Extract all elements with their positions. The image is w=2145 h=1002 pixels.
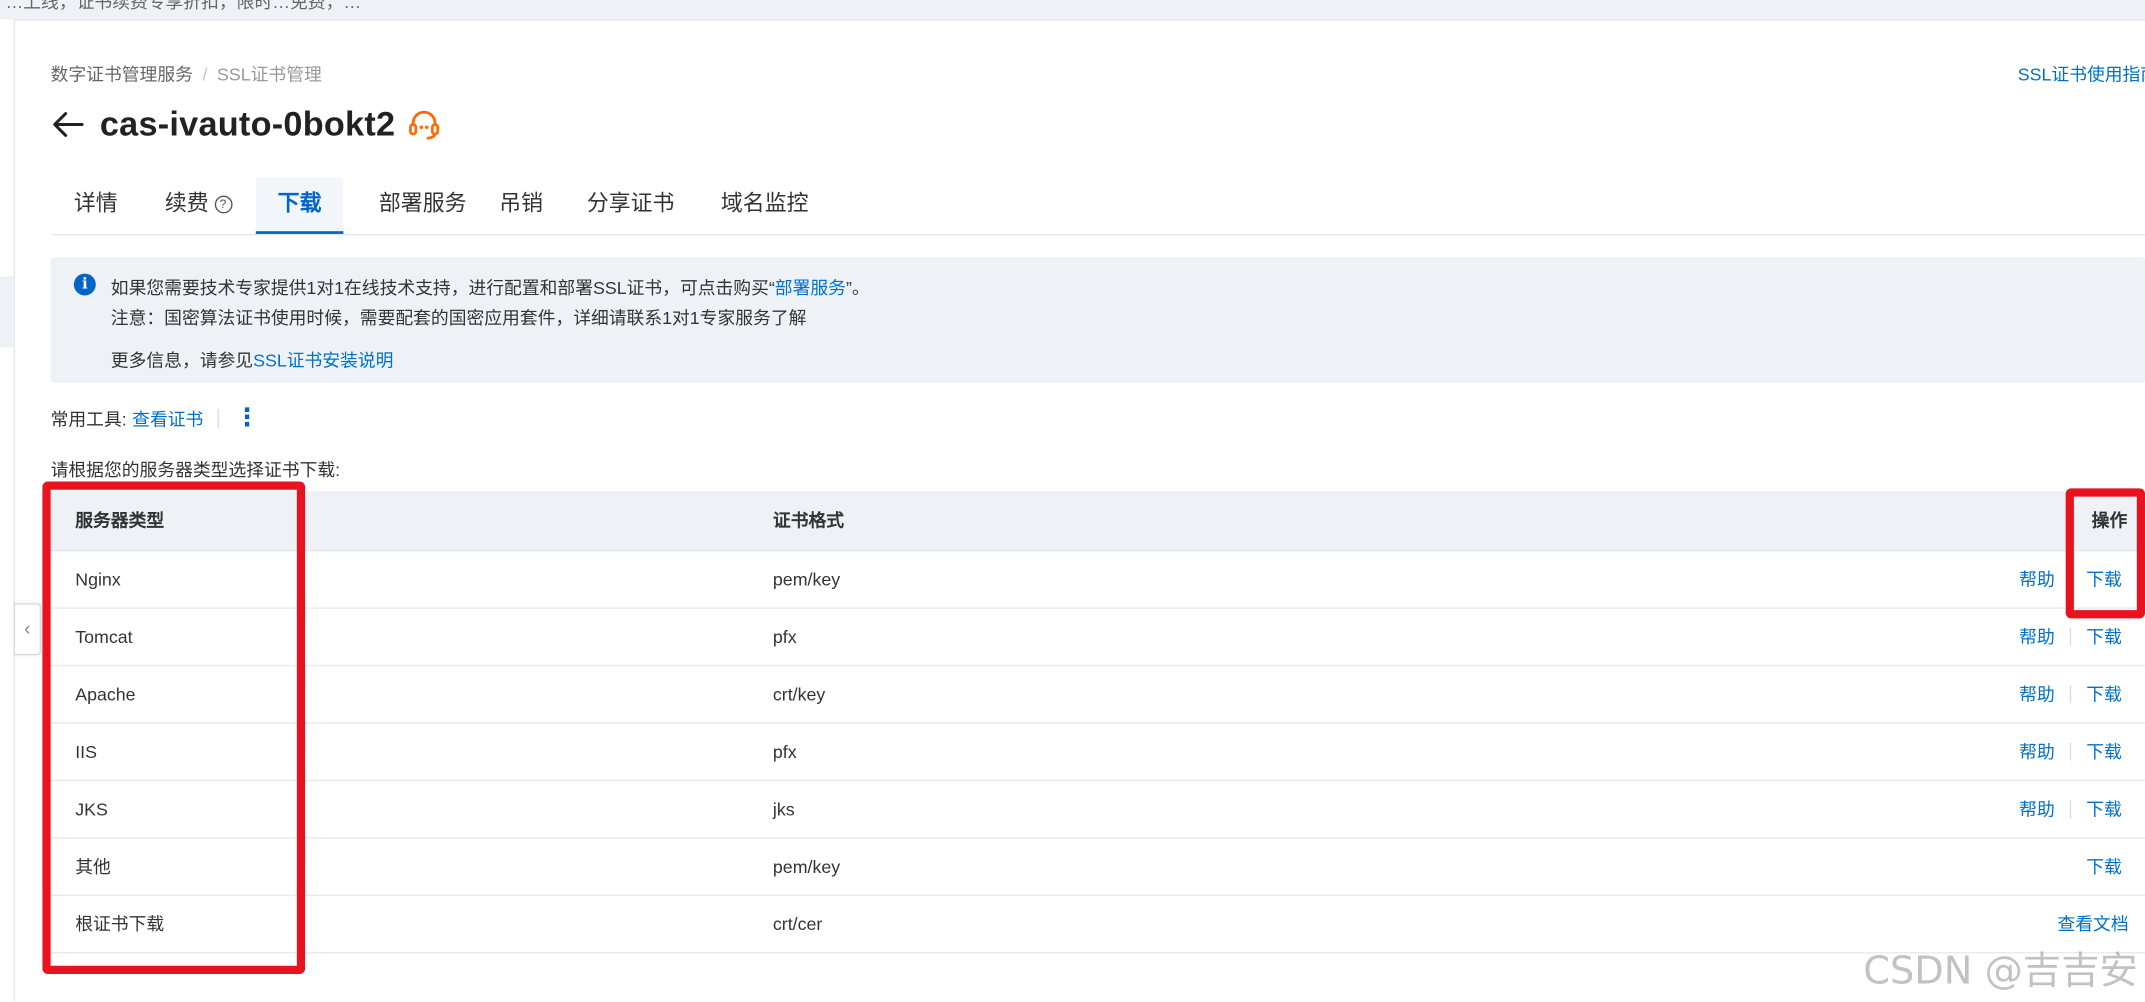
download-link[interactable]: 下载 (2086, 684, 2122, 705)
download-link[interactable]: 下载 (2086, 569, 2122, 590)
notice-line-2: 注意：国密算法证书使用时候，需要配套的国密应用套件，详细请联系1对1专家服务了解 (110, 307, 807, 329)
ssl-guide-link[interactable]: SSL证书使用指南 (2018, 60, 2145, 86)
watermark: CSDN @吉吉安 (1863, 948, 2138, 994)
cell-cert-format: crt/cer (772, 913, 823, 935)
tab-deploy-service-label: 部署服务 (378, 192, 467, 217)
table-row: Tomcat pfx 帮助 下载 (50, 609, 2145, 667)
action-divider (2069, 570, 2072, 589)
action-divider (2069, 627, 2072, 646)
breadcrumb: 数字证书管理服务 / SSL证书管理 (51, 60, 322, 86)
row-actions: 帮助 下载 (2019, 724, 2122, 780)
page: …上线，证书续费专享折扣，限时…免费，… ‹ 数字证书管理服务 / SSL证书管理 … (0, 0, 2145, 1002)
tools-divider (217, 408, 219, 428)
table-row: IIS pfx 帮助 下载 (50, 724, 2145, 782)
download-link[interactable]: 下载 (2086, 627, 2122, 648)
help-link[interactable]: 帮助 (2019, 741, 2055, 762)
info-icon: i (73, 273, 96, 296)
header-action: 操作 (2091, 510, 2128, 531)
tab-deploy-service[interactable]: 部署服务 (354, 178, 491, 233)
notice-line-1: 如果您需要技术专家提供1对1在线技术支持，进行配置和部署SSL证书，可点击购买“… (111, 274, 870, 300)
tab-share-cert[interactable]: 分享证书 (576, 178, 685, 233)
tab-details[interactable]: 详情 (51, 178, 141, 233)
tab-revoke[interactable]: 吊销 (491, 178, 551, 233)
action-divider (2069, 742, 2072, 761)
question-icon[interactable]: ? (214, 195, 232, 214)
sidebar-collapse-button[interactable]: ‹ (13, 603, 42, 656)
cell-server-type: 其他 (75, 856, 111, 877)
download-table: 服务器类型 证书格式 操作 Nginx pem/key 帮助 下载 Tomcat … (50, 491, 2145, 954)
cell-cert-format: pfx (772, 741, 797, 762)
header-server-type: 服务器类型 (75, 510, 165, 531)
download-link[interactable]: 下载 (2086, 741, 2122, 762)
breadcrumb-root[interactable]: 数字证书管理服务 (51, 64, 193, 85)
help-link[interactable]: 帮助 (2019, 799, 2055, 820)
top-announcement-text: …上线，证书续费专享折扣，限时…免费，… (5, 0, 362, 13)
table-row: 其他 pem/key 下载 (50, 839, 2145, 897)
notice-line-3: 更多信息，请参见SSL证书安装说明 (111, 346, 394, 372)
breadcrumb-current[interactable]: SSL证书管理 (217, 64, 322, 85)
action-divider (2069, 685, 2072, 704)
view-cert-link[interactable]: 查看证书 (132, 405, 203, 431)
notice-line1-suffix: ”。 (845, 277, 870, 299)
tab-renew[interactable]: 续费? (146, 178, 250, 233)
breadcrumb-separator: / (202, 64, 208, 85)
tab-bar: 详情 续费? 下载 部署服务 吊销 分享证书 域名监控 (50, 177, 2145, 236)
deploy-service-link[interactable]: 部署服务 (775, 278, 846, 299)
download-link[interactable]: 下载 (2086, 856, 2122, 877)
cell-server-type: Nginx (75, 569, 121, 590)
cell-server-type: Apache (75, 684, 136, 705)
choose-server-hint: 请根据您的服务器类型选择证书下载: (50, 459, 341, 481)
more-vertical-icon[interactable]: ⋮ (235, 405, 260, 430)
cell-server-type: Tomcat (75, 626, 133, 648)
left-nav-rail (0, 19, 16, 1002)
row-actions: 下载 (2086, 839, 2122, 895)
cell-server-type: 根证书下载 (75, 913, 165, 935)
cell-cert-format: pem/key (772, 569, 841, 590)
tab-details-label: 详情 (73, 192, 118, 217)
tools-label: 常用工具: (50, 409, 127, 430)
row-actions: 帮助 下载 (2019, 666, 2122, 722)
common-tools: 常用工具: 查看证书 ⋮ (50, 405, 260, 431)
cell-server-type: IIS (75, 741, 97, 762)
tab-share-cert-label: 分享证书 (586, 192, 675, 217)
ssl-install-doc-link[interactable]: SSL证书安装说明 (253, 350, 393, 371)
tab-domain-monitor-label: 域名监控 (720, 192, 809, 217)
help-link[interactable]: 帮助 (2019, 569, 2055, 590)
notice-line3-prefix: 更多信息，请参见 (110, 350, 254, 371)
page-title: cas-ivauto-0bokt2 (99, 104, 396, 143)
back-arrow-icon[interactable] (51, 107, 87, 143)
tab-revoke-label: 吊销 (499, 192, 544, 217)
cell-cert-format: pem/key (772, 856, 841, 877)
tab-download[interactable]: 下载 (255, 177, 344, 234)
help-link[interactable]: 帮助 (2019, 627, 2055, 648)
cell-server-type: JKS (75, 798, 108, 820)
row-actions: 帮助 下载 (2019, 551, 2122, 607)
cell-cert-format: crt/key (772, 684, 826, 705)
table-row: Nginx pem/key 帮助 下载 (50, 551, 2145, 609)
tab-domain-monitor[interactable]: 域名监控 (710, 178, 819, 233)
chevron-left-icon: ‹ (24, 616, 31, 639)
tab-renew-label: 续费 (164, 192, 209, 217)
info-notice: i 如果您需要技术专家提供1对1在线技术支持，进行配置和部署SSL证书，可点击购… (50, 257, 2145, 384)
table-row: 根证书下载 crt/cer 查看文档 (50, 896, 2145, 954)
view-doc-link[interactable]: 查看文档 (2057, 914, 2128, 935)
headset-support-icon[interactable] (406, 107, 442, 143)
cell-cert-format: jks (772, 798, 795, 820)
download-link[interactable]: 下载 (2086, 799, 2122, 820)
table-row: Apache crt/key 帮助 下载 (50, 666, 2145, 724)
action-divider (2069, 800, 2072, 819)
help-link[interactable]: 帮助 (2019, 684, 2055, 705)
row-actions: 帮助 下载 (2019, 609, 2122, 665)
row-actions: 帮助 下载 (2019, 781, 2122, 837)
table-header: 服务器类型 证书格式 操作 (50, 491, 2145, 552)
header-cert-format: 证书格式 (772, 510, 845, 531)
title-row: cas-ivauto-0bokt2 (51, 101, 442, 148)
cell-cert-format: pfx (772, 626, 797, 648)
left-nav-active-marker (0, 276, 14, 348)
tab-download-label: 下载 (277, 192, 322, 217)
notice-line1-prefix: 如果您需要技术专家提供1对1在线技术支持，进行配置和部署SSL证书，可点击购买“ (110, 277, 775, 299)
top-announcement-bar: …上线，证书续费专享折扣，限时…免费，… (0, 0, 2145, 21)
table-row: JKS jks 帮助 下载 (50, 781, 2145, 839)
